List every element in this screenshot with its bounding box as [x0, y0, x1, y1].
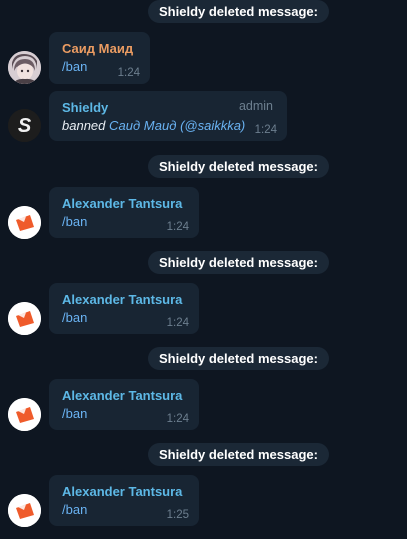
message-bubble[interactable]: Shieldy admin banned Саид Маид (@saikkka…	[49, 91, 287, 141]
banned-user-handle[interactable]: (@saikkka)	[180, 118, 245, 133]
service-message-text: Shieldy deleted message:	[159, 447, 318, 462]
service-message-text: Shieldy deleted message:	[159, 159, 318, 174]
message-bubble[interactable]: Alexander Tantsura /ban 1:24	[49, 379, 199, 430]
service-message: Shieldy deleted message:	[148, 443, 329, 466]
message-bubble[interactable]: Саид Маид /ban 1:24	[49, 32, 150, 84]
message-time: 1:24	[166, 317, 189, 329]
message-author[interactable]: Саид Маид	[62, 40, 138, 57]
message-time: 1:24	[117, 67, 140, 79]
service-message-text: Shieldy deleted message:	[159, 4, 318, 19]
message-time: 1:25	[166, 509, 189, 521]
shieldy-s-avatar[interactable]: S	[8, 109, 41, 142]
message-bubble[interactable]: Alexander Tantsura /ban 1:24	[49, 187, 199, 238]
service-message: Shieldy deleted message:	[148, 155, 329, 178]
orange-logo-icon	[8, 494, 41, 527]
ban-notice: banned Саид Маид (@saikkka)	[62, 117, 275, 134]
orange-logo-avatar[interactable]	[8, 302, 41, 335]
service-message: Shieldy deleted message:	[148, 347, 329, 370]
message-bubble[interactable]: Alexander Tantsura /ban 1:25	[49, 475, 199, 526]
message-time: 1:24	[254, 124, 277, 136]
anime-user-avatar-image	[8, 51, 41, 84]
service-message: Shieldy deleted message:	[148, 251, 329, 274]
banned-user-link[interactable]: Саид Маид	[109, 118, 176, 133]
ban-notice-prefix: banned	[62, 118, 106, 133]
message-time: 1:24	[166, 221, 189, 233]
message-author[interactable]: Alexander Tantsura	[62, 483, 187, 500]
shieldy-logo-icon: S	[8, 109, 41, 142]
orange-logo-avatar[interactable]	[8, 206, 41, 239]
message-author[interactable]: Alexander Tantsura	[62, 195, 187, 212]
message-author[interactable]: Alexander Tantsura	[62, 387, 187, 404]
service-message-text: Shieldy deleted message:	[159, 351, 318, 366]
service-message-text: Shieldy deleted message:	[159, 255, 318, 270]
orange-logo-icon	[8, 206, 41, 239]
orange-logo-icon	[8, 398, 41, 431]
orange-logo-icon	[8, 302, 41, 335]
admin-badge: admin	[238, 99, 273, 113]
message-author[interactable]: Alexander Tantsura	[62, 291, 187, 308]
svg-text:S: S	[18, 115, 32, 137]
orange-logo-avatar[interactable]	[8, 398, 41, 431]
message-time: 1:24	[166, 413, 189, 425]
orange-logo-avatar[interactable]	[8, 494, 41, 527]
anime-user-avatar[interactable]	[8, 51, 41, 84]
message-bubble[interactable]: Alexander Tantsura /ban 1:24	[49, 283, 199, 334]
service-message: Shieldy deleted message:	[148, 0, 329, 23]
